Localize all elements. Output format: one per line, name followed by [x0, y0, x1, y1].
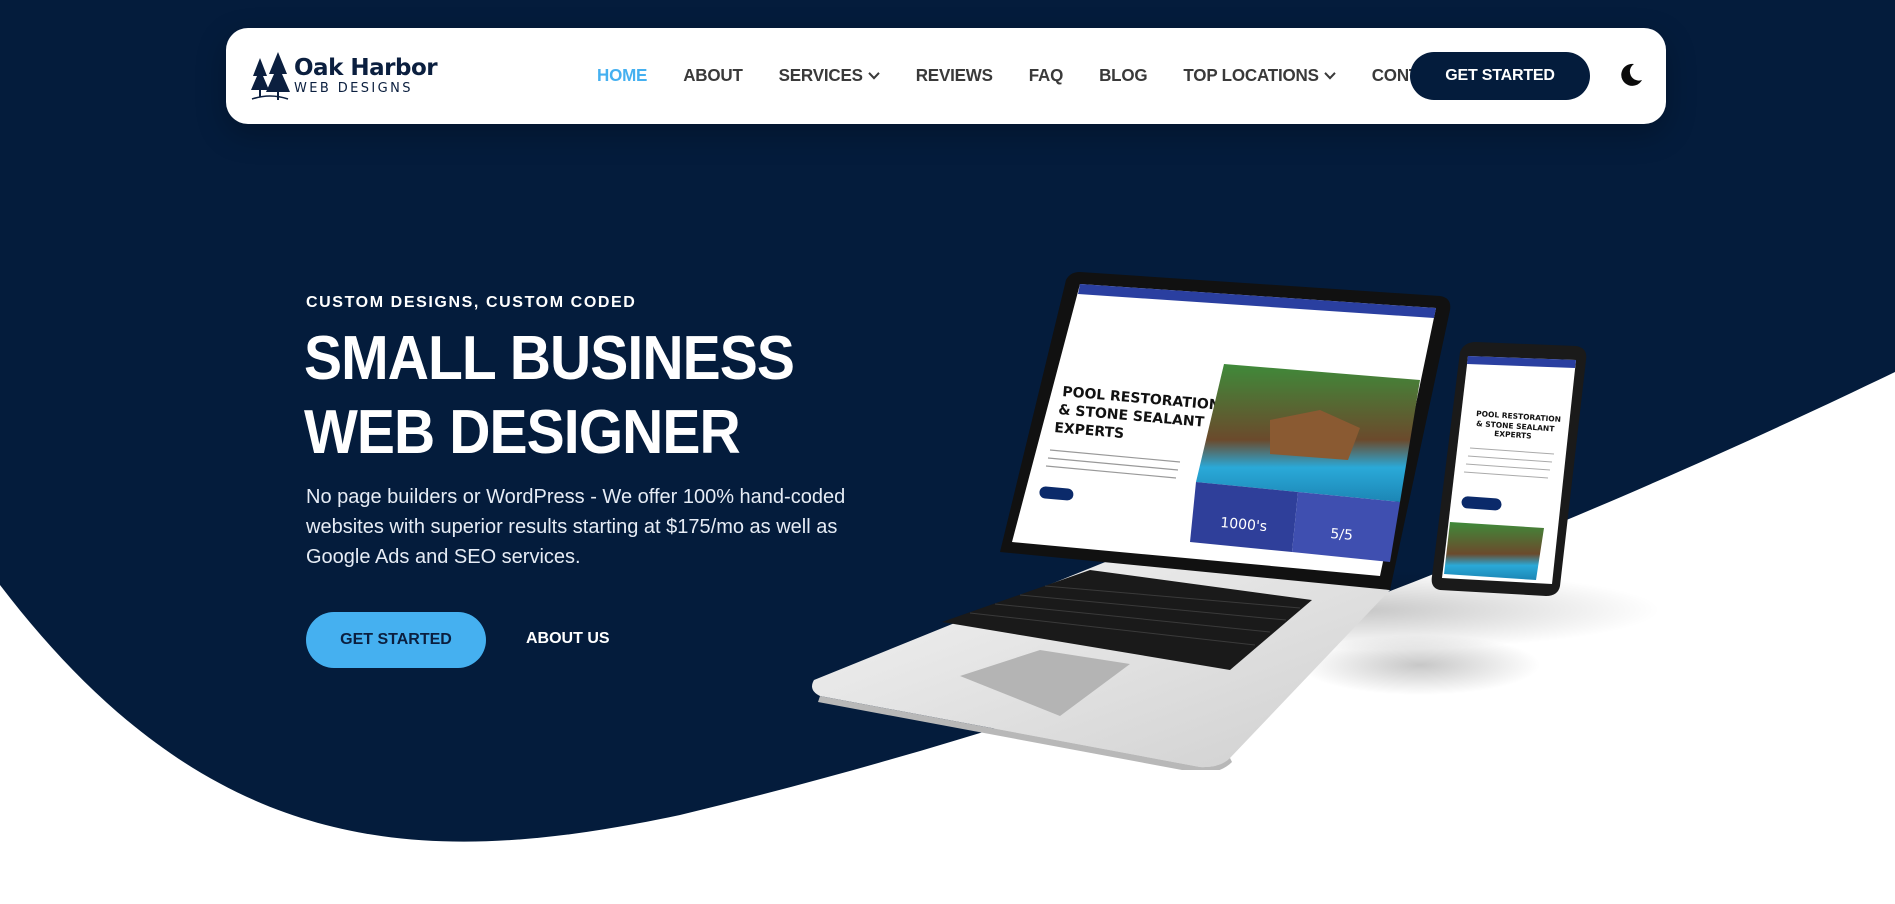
hero-description: No page builders or WordPress - We offer… — [306, 486, 846, 568]
nav-item-faq[interactable]: FAQ — [1028, 65, 1064, 87]
nav-item-about[interactable]: ABOUT — [683, 65, 743, 87]
moon-icon[interactable] — [1618, 62, 1644, 88]
brand-name: Oak Harbor — [294, 55, 438, 81]
nav-item-services[interactable]: SERVICES — [779, 66, 880, 87]
brand-logo[interactable]: Oak Harbor WEB DESIGNS — [250, 50, 438, 102]
nav-item-home[interactable]: HOME — [597, 66, 647, 87]
nav-item-label: FAQ — [1028, 65, 1064, 86]
chevron-down-icon — [1324, 72, 1336, 80]
laptop-stat-2: 5/5 — [1330, 526, 1354, 544]
brand-subtitle: WEB DESIGNS — [294, 81, 413, 96]
nav-item-reviews[interactable]: REVIEWS — [916, 66, 993, 87]
about-us-link[interactable]: ABOUT US — [526, 630, 610, 648]
hero-headline-line1: SMALL BUSINESS — [304, 324, 795, 393]
nav-item-label: REVIEWS — [915, 65, 993, 86]
hero-get-started-button[interactable]: GET STARTED — [306, 612, 486, 668]
nav-item-label: ABOUT — [683, 65, 743, 86]
pine-trees-logo-icon — [251, 52, 290, 100]
hero-headline-line2: WEB DESIGNER — [304, 398, 741, 467]
nav-item-label: SERVICES — [778, 65, 863, 86]
nav-item-label: TOP LOCATIONS — [1183, 65, 1319, 86]
hero-eyebrow: CUSTOM DESIGNS, CUSTOM CODED — [306, 294, 637, 311]
main-menu: HOME ABOUT SERVICES REVIEWS FAQ BLOG TOP… — [597, 28, 1488, 124]
nav-item-label: HOME — [597, 65, 648, 86]
chevron-down-icon — [868, 72, 880, 80]
nav-get-started-button[interactable]: GET STARTED — [1410, 52, 1590, 100]
nav-item-label: BLOG — [1099, 65, 1148, 86]
hero-headline: SMALL BUSINESS WEB DESIGNER — [304, 322, 795, 470]
top-navigation-bar: Oak Harbor WEB DESIGNS HOME ABOUT SERVIC… — [226, 28, 1666, 124]
nav-item-top-locations[interactable]: TOP LOCATIONS — [1183, 65, 1336, 87]
device-mockup-image: POOL RESTORATION & STONE SEALANT EXPERTS… — [812, 272, 1660, 770]
nav-item-blog[interactable]: BLOG — [1099, 65, 1148, 87]
